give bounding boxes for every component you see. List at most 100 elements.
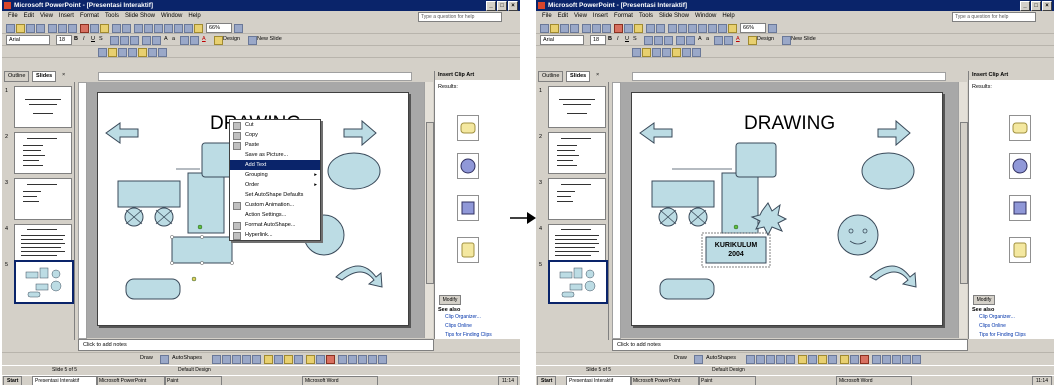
menu-window[interactable]: Window <box>161 11 182 22</box>
context-menu-action-settings[interactable]: Action Settings... <box>230 210 320 220</box>
bullets-icon[interactable] <box>152 36 161 45</box>
menu-window[interactable]: Window <box>695 11 716 22</box>
taskbar-item-presentation[interactable]: Presentasi Interaktif <box>32 376 98 385</box>
line-icon[interactable] <box>212 355 221 364</box>
arrow-icon[interactable] <box>222 355 231 364</box>
table-icon[interactable] <box>678 24 687 33</box>
reviewing-icon-6[interactable] <box>148 48 157 57</box>
increase-indent-icon[interactable] <box>724 36 733 45</box>
draw-menu-button[interactable]: Draw <box>674 354 687 363</box>
picture-icon[interactable] <box>294 355 303 364</box>
tables-borders-icon[interactable] <box>154 24 163 33</box>
color-grayscale-icon[interactable] <box>194 24 203 33</box>
permission-icon[interactable] <box>570 24 579 33</box>
increase-font-icon[interactable]: A <box>164 35 168 44</box>
clip-result-2[interactable] <box>1009 153 1031 179</box>
expand-icon[interactable] <box>698 24 707 33</box>
print-icon[interactable] <box>48 24 57 33</box>
clip-result-1[interactable] <box>1009 115 1031 141</box>
font-name-select[interactable]: Arial <box>540 35 584 45</box>
textbox-icon[interactable] <box>252 355 261 364</box>
menu-file[interactable]: File <box>8 11 18 22</box>
menu-help[interactable]: Help <box>188 11 200 22</box>
help-icon[interactable] <box>768 24 777 33</box>
menu-help[interactable]: Help <box>722 11 734 22</box>
clip-organizer-link[interactable]: Clip Organizer... <box>445 313 481 322</box>
align-left-icon[interactable] <box>644 36 653 45</box>
arrow-style-icon[interactable] <box>892 355 901 364</box>
taskbar-item-powerpoint[interactable]: Microsoft PowerPoint <box>630 376 700 385</box>
tab-outline[interactable]: Outline <box>538 71 564 82</box>
taskbar-item-word[interactable]: Microsoft Word <box>836 376 912 385</box>
font-color-icon[interactable]: A <box>202 35 206 44</box>
slide-thumbnail-1[interactable] <box>548 86 606 128</box>
paste-icon[interactable] <box>634 24 643 33</box>
center-icon[interactable] <box>654 36 663 45</box>
modify-button[interactable]: Modify <box>439 295 461 305</box>
context-menu-copy[interactable]: Copy <box>230 130 320 140</box>
shadow-style-icon[interactable] <box>368 355 377 364</box>
slide-vertical-scrollbar[interactable] <box>958 82 968 338</box>
rectangle-icon[interactable] <box>232 355 241 364</box>
new-icon[interactable] <box>540 24 549 33</box>
reviewing-icon-3[interactable] <box>118 48 127 57</box>
taskbar-item-word[interactable]: Microsoft Word <box>302 376 378 385</box>
slide-thumbnail-2[interactable] <box>14 132 72 174</box>
numbering-icon[interactable] <box>676 36 685 45</box>
taskbar-item-powerpoint[interactable]: Microsoft PowerPoint <box>96 376 166 385</box>
arrow-style-icon[interactable] <box>358 355 367 364</box>
increase-font-icon[interactable]: A <box>698 35 702 44</box>
reviewing-icon-1[interactable] <box>632 48 641 57</box>
dash-style-icon[interactable] <box>882 355 891 364</box>
3d-style-icon[interactable] <box>912 355 921 364</box>
tab-slides[interactable]: Slides <box>566 71 591 82</box>
oval-icon[interactable] <box>242 355 251 364</box>
redo-icon[interactable] <box>122 24 131 33</box>
cut-icon[interactable] <box>614 24 623 33</box>
show-formatting-icon[interactable] <box>708 24 717 33</box>
decrease-font-icon[interactable]: a <box>706 35 709 44</box>
wordart-icon[interactable] <box>264 355 273 364</box>
decrease-indent-icon[interactable] <box>714 36 723 45</box>
slide-thumbnail-1[interactable] <box>14 86 72 128</box>
slide-vertical-scrollbar[interactable] <box>424 82 434 338</box>
clipart-icon[interactable] <box>284 355 293 364</box>
clip-result-3[interactable] <box>1009 195 1031 221</box>
wordart-icon[interactable] <box>798 355 807 364</box>
context-menu-custom-animation[interactable]: Custom Animation... <box>230 200 320 210</box>
slide-thumbnail-5[interactable] <box>548 260 608 304</box>
menu-insert[interactable]: Insert <box>593 11 608 22</box>
zoom-select[interactable]: 66% <box>206 23 232 33</box>
expand-icon[interactable] <box>164 24 173 33</box>
menu-edit[interactable]: Edit <box>24 11 34 22</box>
font-color-draw-icon[interactable] <box>860 355 869 364</box>
tables-borders-icon[interactable] <box>688 24 697 33</box>
new-slide-icon[interactable] <box>248 36 257 45</box>
zoom-select[interactable]: 66% <box>740 23 766 33</box>
font-color-draw-icon[interactable] <box>326 355 335 364</box>
context-menu-cut[interactable]: Cut <box>230 120 320 130</box>
redo-icon[interactable] <box>656 24 665 33</box>
copy-icon[interactable] <box>90 24 99 33</box>
select-objects-icon[interactable] <box>694 355 703 364</box>
new-icon[interactable] <box>6 24 15 33</box>
spelling-icon[interactable] <box>602 24 611 33</box>
bold-icon[interactable]: B <box>74 35 78 44</box>
reviewing-icon-2[interactable] <box>642 48 651 57</box>
reviewing-icon-2[interactable] <box>108 48 117 57</box>
italic-icon[interactable]: I <box>617 35 619 44</box>
kurikulum-text-box[interactable]: KURIKULUM 2004 <box>706 241 766 259</box>
increase-indent-icon[interactable] <box>190 36 199 45</box>
print-preview-icon[interactable] <box>58 24 67 33</box>
align-right-icon[interactable] <box>130 36 139 45</box>
clip-result-4[interactable] <box>457 237 479 263</box>
cut-icon[interactable] <box>80 24 89 33</box>
clip-result-1[interactable] <box>457 115 479 141</box>
print-preview-icon[interactable] <box>592 24 601 33</box>
clip-result-2[interactable] <box>457 153 479 179</box>
save-icon[interactable] <box>560 24 569 33</box>
context-menu-hyperlink[interactable]: Hyperlink... <box>230 230 320 240</box>
tab-slides[interactable]: Slides <box>32 71 57 82</box>
reviewing-icon-1[interactable] <box>98 48 107 57</box>
line-icon[interactable] <box>746 355 755 364</box>
